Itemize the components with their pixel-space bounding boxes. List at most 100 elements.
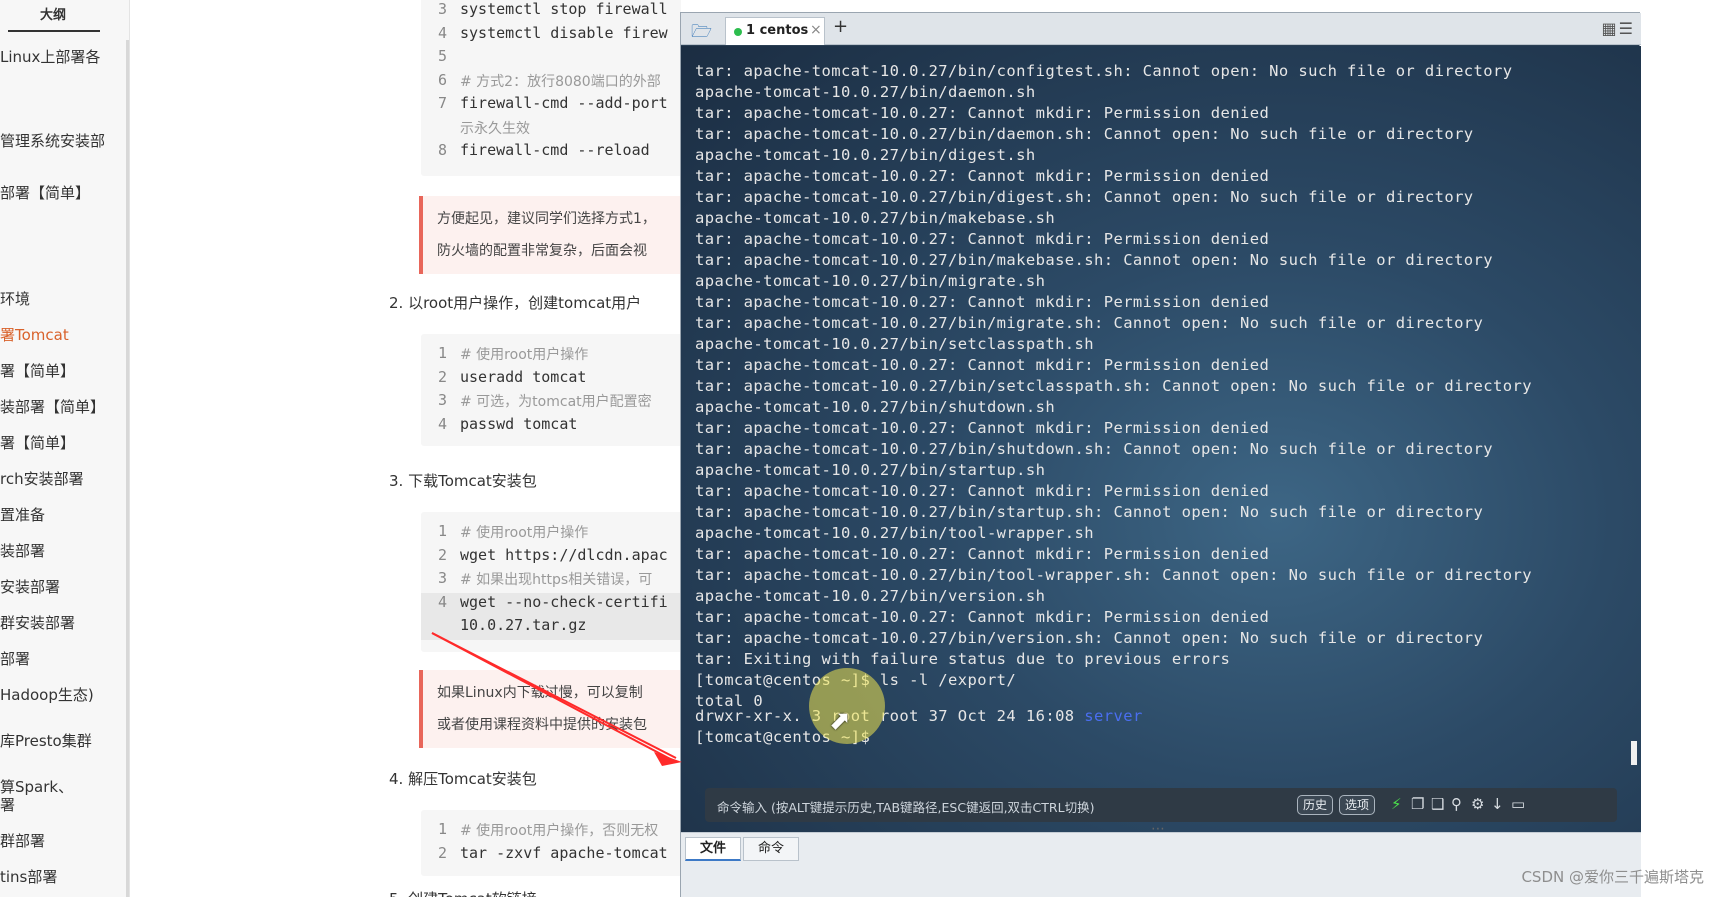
outline-item[interactable]: 署【简单】	[0, 360, 75, 381]
outline-item[interactable]: 群安装部署	[0, 612, 75, 633]
terminal-line: tar: apache-tomcat-10.0.27/bin/configtes…	[695, 62, 1513, 80]
outline-item[interactable]: 安装部署	[0, 576, 60, 597]
outline-item[interactable]: 群部署	[0, 830, 45, 851]
terminal-screen[interactable]: tar: apache-tomcat-10.0.27/bin/configtes…	[681, 46, 1641, 832]
code-line: 8 firewall-cmd --reload	[421, 141, 681, 165]
outline-item[interactable]: 置准备	[0, 504, 45, 525]
lightning-icon[interactable]: ⚡	[1391, 795, 1402, 813]
terminal-line: tar: apache-tomcat-10.0.27/bin/version.s…	[695, 629, 1484, 647]
terminal-line: apache-tomcat-10.0.27/bin/version.sh	[695, 587, 1046, 605]
tab-files[interactable]: 文件	[685, 837, 742, 861]
terminal-line: tar: apache-tomcat-10.0.27: Cannot mkdir…	[695, 167, 1270, 185]
callout-firewall-note: 方便起见，建议同学们选择方式1， 防火墙的配置非常复杂，后面会视	[419, 196, 681, 274]
code-text: # 使用root用户操作	[460, 525, 589, 541]
code-block-firewall: 3 systemctl stop firewall 4 systemctl disab…	[421, 0, 681, 176]
step-heading: 4. 解压Tomcat安装包	[389, 770, 537, 788]
step-heading: 5. 创建Tomcat软链接	[389, 888, 537, 897]
code-text: tar -zxvf apache-tomcat	[460, 843, 668, 862]
line-number: 4	[437, 414, 447, 433]
terminal-line: apache-tomcat-10.0.27/bin/digest.sh	[695, 146, 1036, 164]
layout-grid-icon[interactable]: ▦☰	[1602, 19, 1635, 38]
line-number: 3	[437, 0, 447, 18]
command-input-bar[interactable]: 命令输入 (按ALT键提示历史,TAB键路径,ESC键返回,双击CTRL切换) …	[705, 788, 1617, 822]
paste-icon[interactable]: ❑	[1431, 795, 1444, 813]
code-line: 1 # 使用root用户操作	[421, 522, 681, 546]
code-line: 3 # 如果出现https相关错误，可	[421, 569, 681, 593]
code-text: # 如果出现https相关错误，可	[460, 572, 653, 588]
code-line: 10.0.27.tar.gz	[421, 616, 681, 640]
step-heading: 2. 以root用户操作，创建tomcat用户	[389, 294, 642, 312]
terminal-line: tar: apache-tomcat-10.0.27/bin/setclassp…	[695, 377, 1532, 395]
code-line: 3 # 可选，为tomcat用户配置密	[421, 391, 681, 415]
line-number: 2	[437, 545, 447, 564]
outline-item[interactable]: 管理系统安装部	[0, 130, 105, 151]
callout-line: 或者使用课程资料中提供的安装包	[437, 717, 647, 733]
outline-item[interactable]: 署Tomcat	[0, 324, 69, 345]
line-number: 1	[437, 522, 447, 540]
code-line: 1 # 使用root用户操作	[421, 344, 681, 368]
terminal-line: tar: apache-tomcat-10.0.27/bin/makebase.…	[695, 251, 1494, 269]
terminal-scrollbar-thumb[interactable]	[1631, 741, 1637, 765]
outline-item[interactable]: 部署【简单】	[0, 182, 90, 203]
connected-status-icon	[734, 28, 742, 36]
gear-icon[interactable]: ⚙	[1471, 795, 1484, 813]
close-icon[interactable]: ×	[810, 22, 822, 38]
callout-line: 方便起见，建议同学们选择方式1，	[437, 211, 656, 227]
terminal-line: tar: apache-tomcat-10.0.27/bin/digest.sh…	[695, 188, 1474, 206]
terminal-line: apache-tomcat-10.0.27/bin/setclasspath.s…	[695, 335, 1095, 353]
outline-item[interactable]: 环境	[0, 288, 30, 309]
line-number: 4	[437, 592, 447, 611]
terminal-line: tar: apache-tomcat-10.0.27: Cannot mkdir…	[695, 419, 1270, 437]
code-block-useradd: 1 # 使用root用户操作 2 useradd tomcat 3 # 可选，为tomca…	[421, 334, 681, 446]
code-text: systemctl stop firewall	[460, 0, 668, 18]
outline-item[interactable]: 装部署	[0, 540, 45, 561]
terminal-line: apache-tomcat-10.0.27/bin/shutdown.sh	[695, 398, 1056, 416]
code-line: 3 systemctl stop firewall	[421, 0, 681, 24]
tab-commands[interactable]: 命令	[743, 837, 800, 861]
code-line: 4 wget --no-check-certifi	[421, 592, 681, 617]
tab-centos[interactable]: 1 centos ×	[725, 17, 825, 45]
sidebar-scrollbar[interactable]	[126, 40, 129, 897]
drag-handle-icon[interactable]: ⋯	[1151, 821, 1165, 837]
callout-line: 如果Linux内下载过慢，可以复制	[437, 685, 643, 701]
download-arrow-icon[interactable]: ↓	[1491, 795, 1504, 813]
outline-item[interactable]: Hadoop生态)	[0, 684, 94, 705]
code-block-download: 1 # 使用root用户操作 2 wget https://dlcdn.apac 3 # …	[421, 512, 681, 652]
tab-label: 1 centos	[746, 23, 809, 38]
outline-item[interactable]: rch安装部署	[0, 468, 84, 489]
code-line: 4 systemctl disable firew	[421, 24, 681, 48]
new-tab-icon[interactable]: +	[833, 16, 848, 37]
terminal-line: tar: Exiting with failure status due to …	[695, 650, 1231, 668]
document-content: 3 systemctl stop firewall 4 systemctl disab…	[131, 0, 681, 897]
line-number: 6	[437, 70, 447, 89]
code-text: 示永久生效	[460, 120, 530, 137]
code-block-untar: 1 # 使用root用户操作，否则无权 2 tar -zxvf apache-tomc…	[421, 810, 681, 876]
window-icon[interactable]: ▭	[1511, 795, 1525, 813]
search-icon[interactable]: ⚲	[1451, 795, 1462, 813]
line-number: 1	[437, 820, 447, 838]
outline-item[interactable]: 库Presto集群	[0, 730, 92, 751]
terminal-ls-line: drwxr-xr-x. 3 root root 37 Oct 24 16:08 …	[695, 707, 1143, 725]
outline-item[interactable]: 部署	[0, 648, 30, 669]
line-number: 5	[437, 47, 447, 65]
code-line: 5	[421, 47, 681, 71]
outline-item[interactable]: tins部署	[0, 866, 57, 887]
terminal-line: tar: apache-tomcat-10.0.27/bin/migrate.s…	[695, 314, 1484, 332]
terminal-line: tar: apache-tomcat-10.0.27: Cannot mkdir…	[695, 356, 1270, 374]
history-button[interactable]: 历史	[1297, 795, 1334, 815]
command-input-placeholder[interactable]: 命令输入 (按ALT键提示历史,TAB键路径,ESC键返回,双击CTRL切换)	[717, 797, 1094, 816]
options-button[interactable]: 选项	[1339, 795, 1376, 815]
outline-item[interactable]: 署	[0, 794, 15, 815]
code-text: firewall-cmd --reload	[460, 141, 650, 159]
line-number: 2	[437, 843, 447, 862]
terminal-line: tar: apache-tomcat-10.0.27/bin/tool-wrap…	[695, 566, 1532, 584]
line-number: 2	[437, 367, 447, 386]
line-number: 3	[437, 569, 447, 587]
outline-item[interactable]: 装部署【简单】	[0, 396, 105, 417]
outline-item[interactable]: 署【简单】	[0, 432, 75, 453]
folder-icon[interactable]: 🗁	[691, 19, 713, 42]
copy-icon[interactable]: ❐	[1411, 795, 1424, 813]
terminal-line: apache-tomcat-10.0.27/bin/makebase.sh	[695, 209, 1056, 227]
outline-item[interactable]: Linux上部署各	[0, 46, 100, 67]
terminal-line: apache-tomcat-10.0.27/bin/migrate.sh	[695, 272, 1046, 290]
